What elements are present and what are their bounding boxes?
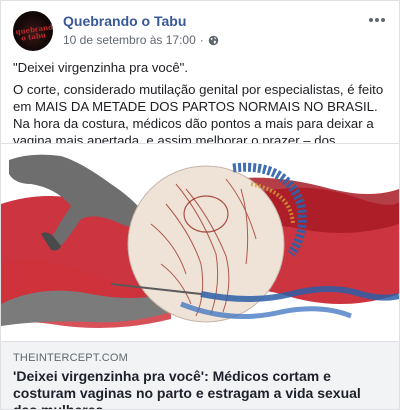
more-options-icon[interactable] [367,13,387,25]
post-meta: 10 de setembro às 17:00 · [63,33,219,47]
globe-icon[interactable] [208,35,219,46]
avatar[interactable]: quebrando o tabu [13,11,53,51]
link-title[interactable]: 'Deixei virgenzinha pra você': Médicos c… [13,368,387,409]
post-timestamp[interactable]: 10 de setembro às 17:00 [63,33,196,47]
post-header: quebrando o tabu Quebrando o Tabu 10 de … [13,11,389,51]
collage-illustration [1,144,399,342]
facebook-post: quebrando o tabu Quebrando o Tabu 10 de … [0,0,400,410]
link-preview-card[interactable]: THEINTERCEPT.COM 'Deixei virgenzinha pra… [1,341,399,409]
post-quote: "Deixei virgenzinha pra você". [13,60,189,75]
link-preview-image[interactable] [1,143,399,342]
avatar-logo-text: quebrando o tabu [15,21,53,43]
link-domain: THEINTERCEPT.COM [13,352,129,364]
page-name-link[interactable]: Quebrando o Tabu [63,13,186,29]
meta-separator: · [199,33,204,47]
